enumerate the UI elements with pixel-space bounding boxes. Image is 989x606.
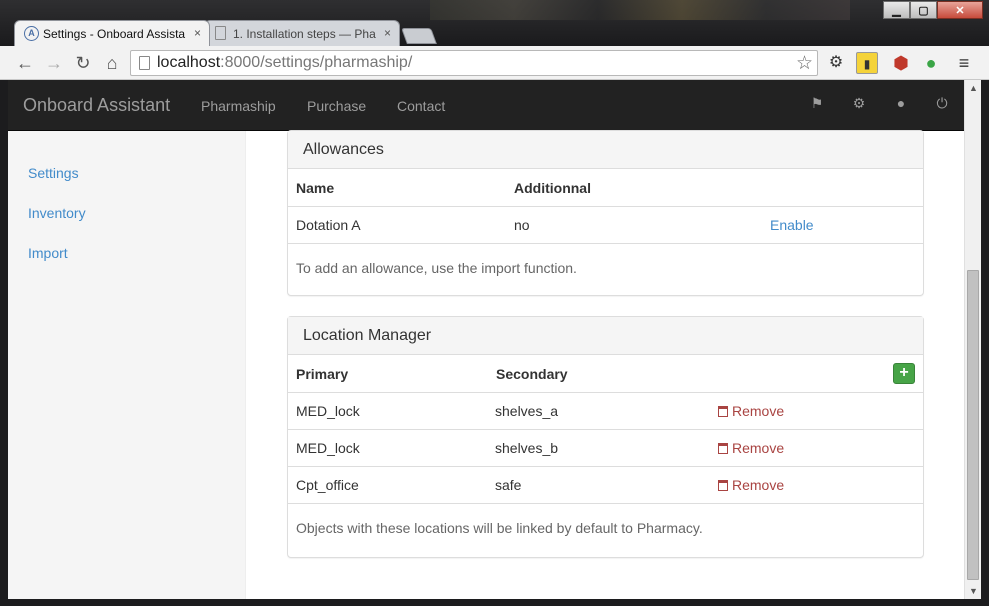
sidebar-item-inventory[interactable]: Inventory <box>28 205 86 221</box>
table-row: Dotation A no Enable <box>288 206 923 243</box>
enable-link[interactable]: Enable <box>770 217 814 233</box>
location-note: Objects with these locations will be lin… <box>288 503 923 555</box>
navbar-brand[interactable]: Onboard Assistant <box>23 95 170 116</box>
forward-icon[interactable]: → <box>43 52 65 74</box>
tab-title: 1. Installation steps — Pha <box>233 27 376 41</box>
url-text: localhost:8000/settings/pharmaship/ <box>157 54 413 71</box>
scroll-up-arrow-icon[interactable]: ▲ <box>965 80 982 96</box>
window-titlebar: ▁ ▢ ✕ A Settings - Onboard Assista × 1. … <box>0 0 989 46</box>
desktop-background <box>430 0 850 20</box>
flag-icon[interactable]: ⚑ <box>809 95 825 113</box>
add-location-button[interactable]: + <box>893 363 915 384</box>
column-header-name: Name <box>296 180 335 196</box>
location-manager-panel: Location Manager Primary Secondary + MED… <box>287 316 924 558</box>
page-viewport: Onboard Assistant Pharmaship Purchase Co… <box>8 80 964 599</box>
bookmark-star-icon[interactable]: ☆ <box>796 52 813 75</box>
trash-icon <box>718 406 728 417</box>
window-controls: ▁ ▢ ✕ <box>883 1 983 19</box>
page-icon <box>139 56 150 70</box>
column-header-secondary: Secondary <box>496 366 568 382</box>
window-frame-right <box>981 80 989 606</box>
menu-icon[interactable]: ≡ <box>953 52 975 74</box>
sidebar-item-settings[interactable]: Settings <box>28 165 79 181</box>
close-tab-icon[interactable]: × <box>384 26 391 40</box>
user-icon[interactable]: ● <box>893 95 909 113</box>
nav-link-contact[interactable]: Contact <box>397 98 445 114</box>
scroll-down-arrow-icon[interactable]: ▼ <box>965 583 982 599</box>
trash-icon <box>718 480 728 491</box>
back-icon[interactable]: ← <box>14 52 36 74</box>
table-row: MED_lock shelves_b Remove <box>288 429 923 466</box>
nav-link-purchase[interactable]: Purchase <box>307 98 366 114</box>
sidebar: Settings Inventory Import <box>8 131 246 599</box>
home-icon[interactable]: ⌂ <box>101 52 123 74</box>
vertical-scrollbar[interactable]: ▲ ▼ <box>964 80 981 599</box>
trash-icon <box>718 443 728 454</box>
location-primary: MED_lock <box>296 440 360 456</box>
location-primary: MED_lock <box>296 403 360 419</box>
close-window-button[interactable]: ✕ <box>937 1 983 19</box>
adblock-extension-icon[interactable]: ⬢ <box>890 52 912 74</box>
minimize-button[interactable]: ▁ <box>883 1 910 19</box>
tab-strip: A Settings - Onboard Assista × 1. Instal… <box>14 20 437 46</box>
table-row: MED_lock shelves_a Remove <box>288 392 923 429</box>
location-secondary: safe <box>495 477 522 493</box>
remove-button[interactable]: Remove <box>718 440 784 456</box>
tab-title: Settings - Onboard Assista <box>43 27 186 41</box>
remove-button[interactable]: Remove <box>718 477 784 493</box>
gear-icon[interactable]: ⚙ <box>851 95 867 113</box>
column-header-additional: Additionnal <box>514 180 591 196</box>
tab-settings[interactable]: A Settings - Onboard Assista × <box>14 20 210 46</box>
new-tab-button[interactable] <box>401 28 437 44</box>
reload-icon[interactable]: ↻ <box>72 52 94 74</box>
maximize-button[interactable]: ▢ <box>910 1 937 19</box>
sidebar-item-import[interactable]: Import <box>28 245 68 261</box>
location-secondary: shelves_b <box>495 440 559 456</box>
mobile-extension-icon[interactable]: ▮ <box>856 52 878 74</box>
panel-title: Location Manager <box>288 317 923 355</box>
column-header-primary: Primary <box>296 366 349 382</box>
power-icon[interactable]: ⏻ <box>934 95 950 113</box>
address-bar[interactable]: localhost:8000/settings/pharmaship/ ☆ <box>130 50 818 76</box>
browser-toolbar: ← → ↻ ⌂ localhost:8000/settings/pharmash… <box>0 46 989 80</box>
table-header-row: Name Additionnal <box>288 169 923 207</box>
allowance-name: Dotation A <box>296 217 361 233</box>
scrollbar-thumb[interactable] <box>967 270 979 580</box>
location-secondary: shelves_a <box>495 403 559 419</box>
allowances-note: To add an allowance, use the import func… <box>288 243 923 295</box>
remove-button[interactable]: Remove <box>718 403 784 419</box>
top-navbar: Onboard Assistant Pharmaship Purchase Co… <box>8 80 964 131</box>
app-logo-icon: A <box>24 26 39 41</box>
nav-link-pharmaship[interactable]: Pharmaship <box>201 98 276 114</box>
leaf-extension-icon[interactable]: ● <box>920 52 942 74</box>
window-frame-bottom <box>0 599 989 606</box>
allowances-panel: Allowances Name Additionnal Dotation A n… <box>287 130 924 296</box>
settings-extension-icon[interactable]: ⚙ <box>825 52 847 74</box>
table-row: Cpt_office safe Remove <box>288 466 923 503</box>
allowance-additional: no <box>514 217 530 233</box>
tab-installation-steps[interactable]: 1. Installation steps — Pha × <box>204 20 400 46</box>
window-frame-left <box>0 80 8 606</box>
table-header-row: Primary Secondary + <box>288 355 923 393</box>
close-tab-icon[interactable]: × <box>194 26 201 40</box>
panel-title: Allowances <box>288 131 923 169</box>
location-primary: Cpt_office <box>296 477 359 493</box>
page-icon <box>215 26 226 40</box>
